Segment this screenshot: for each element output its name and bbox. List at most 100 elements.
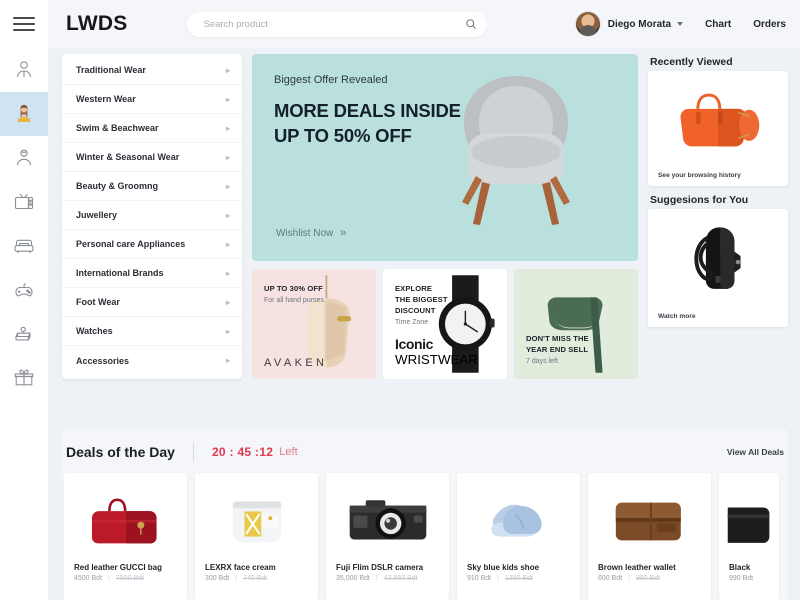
category-item-beauty-grooming[interactable]: Beauty & Groomng ▸ — [62, 172, 242, 201]
suggestions-link[interactable]: Watch more — [658, 313, 696, 320]
promo-card-watches[interactable]: EXPLORE THE BIGGEST DISCOUNT Time Zone I… — [383, 269, 507, 379]
books-icon — [15, 326, 31, 341]
chevron-right-icon: ▸ — [225, 326, 230, 336]
man-icon — [16, 61, 32, 78]
nav-link-chart[interactable]: Chart — [705, 19, 731, 30]
promo-subtext: For all hand purses — [264, 297, 324, 304]
view-all-deals-link[interactable]: View All Deals — [727, 447, 784, 457]
promo-headline-1: DON'T MISS THE — [526, 334, 589, 343]
kid-icon — [17, 149, 31, 166]
category-item-traditional-wear[interactable]: Traditional Wear ▸ — [62, 56, 242, 85]
rail-item-kid[interactable] — [0, 136, 48, 180]
chevron-right-icon: ▸ — [225, 181, 230, 191]
deals-divider — [192, 443, 194, 461]
red-handbag-icon — [91, 498, 157, 544]
product-old-price: 7500 Bdt — [115, 575, 144, 582]
product-image — [588, 473, 711, 561]
armchair-illustration — [462, 76, 570, 225]
category-label: Watches — [76, 326, 113, 336]
product-image — [326, 473, 449, 561]
product-card-dslr-camera[interactable]: Fuji Flim DSLR camera 35,000 Bdt | 43,95… — [326, 473, 449, 600]
product-name: Sky blue kids shoe — [467, 563, 540, 572]
chevron-down-icon[interactable] — [677, 22, 684, 26]
category-item-winter-seasonal-wear[interactable]: Winter & Seasonal Wear ▸ — [62, 143, 242, 172]
deals-section: Deals of the Day 20 : 45 :12 Left View A… — [62, 429, 788, 600]
product-card-face-cream[interactable]: LEXRX face cream 300 Bdt | 740 Bdt — [195, 473, 318, 600]
promo-headline: UP TO 30% OFF — [264, 284, 323, 293]
search-input[interactable] — [203, 18, 466, 30]
category-item-personal-care-appliances[interactable]: Personal care Appliances ▸ — [62, 230, 242, 259]
category-item-watches[interactable]: Watches ▸ — [62, 317, 242, 346]
product-old-price: 950 Bdt — [635, 575, 661, 582]
rail-item-books[interactable] — [0, 312, 48, 356]
promo-subtext: Time Zone — [395, 319, 429, 326]
chevron-right-icon: ▸ — [225, 356, 230, 365]
product-card-black-item[interactable]: Black 990 Bdt — [719, 473, 779, 600]
orange-handbag-icon — [680, 93, 760, 147]
hero-banner[interactable]: Biggest Offer Revealed MORE DEALS INSIDE… — [252, 54, 638, 261]
recently-viewed-link[interactable]: See your browsing history — [658, 172, 741, 179]
user-menu[interactable]: Diego Morata — [574, 11, 684, 37]
brand-iconic-name: Iconic — [395, 336, 434, 352]
product-old-price: 740 Bdt — [242, 575, 268, 582]
product-card-leather-wallet[interactable]: Brown leather wallet 600 Bdt | 950 Bdt — [588, 473, 711, 600]
rail-item-man[interactable] — [0, 48, 48, 92]
search-icon[interactable] — [465, 18, 477, 30]
deals-header: Deals of the Day 20 : 45 :12 Left View A… — [62, 439, 788, 465]
promo-text: UP TO 30% OFF For all hand purses — [264, 283, 324, 304]
category-item-foot-wear[interactable]: Foot Wear ▸ — [62, 288, 242, 317]
center-column: Biggest Offer Revealed MORE DEALS INSIDE… — [252, 54, 638, 419]
nav-link-orders[interactable]: Orders — [753, 19, 786, 30]
category-label: Winter & Seasonal Wear — [76, 152, 180, 162]
promo-subtext: 7 days left — [526, 358, 558, 365]
product-card-gucci-bag[interactable]: Red leather GUCCI bag 4500 Bdt | 7500 Bd… — [64, 473, 187, 600]
product-price: 300 Bdt — [205, 575, 230, 582]
product-price: 35,000 Bdt — [336, 575, 370, 582]
category-item-juwellery[interactable]: Juwellery ▸ — [62, 201, 242, 230]
product-image — [457, 473, 580, 561]
category-item-international-brands[interactable]: International Brands ▸ — [62, 259, 242, 288]
product-image — [195, 473, 318, 561]
price-separator: | — [497, 575, 499, 582]
recently-viewed-title: Recently Viewed — [650, 56, 733, 68]
promo-card-purses[interactable]: UP TO 30% OFF For all hand purses AVAKEN — [252, 269, 376, 379]
suggestions-title: Suggesions for You — [650, 194, 749, 206]
black-item-icon — [727, 507, 770, 543]
category-list: Traditional Wear ▸ Western Wear ▸ Swim &… — [62, 54, 242, 379]
product-name: Red leather GUCCI bag — [74, 563, 163, 572]
promo-headline-1: EXPLORE — [395, 284, 432, 293]
product-card-kids-shoe[interactable]: Sky blue kids shoe 910 Bdt | 1390 Bdt — [457, 473, 580, 600]
promo-card-year-end[interactable]: DON'T MISS THE YEAR END SELL 7 days left — [514, 269, 638, 379]
rail-item-gamepad[interactable] — [0, 268, 48, 312]
rail-item-tv[interactable] — [0, 180, 48, 224]
category-item-accessories[interactable]: Accessories ▸ — [62, 346, 242, 375]
gamepad-icon — [15, 283, 33, 297]
product-old-price: 43,950 Bdt — [383, 575, 418, 582]
product-price-row: 35,000 Bdt | 43,950 Bdt — [336, 575, 449, 582]
search-bar[interactable] — [187, 11, 488, 37]
deals-timer-suffix: Left — [279, 446, 298, 458]
category-item-western-wear[interactable]: Western Wear ▸ — [62, 85, 242, 114]
avatar — [574, 11, 601, 37]
rail-item-sofa[interactable] — [0, 224, 48, 268]
hamburger-menu-icon[interactable] — [0, 0, 48, 48]
product-row: Red leather GUCCI bag 4500 Bdt | 7500 Bd… — [62, 473, 788, 600]
rail-item-woman[interactable] — [0, 92, 48, 136]
promo-brand-iconic: Iconic WRISTWEAR — [395, 337, 478, 369]
recently-viewed-card[interactable]: See your browsing history — [648, 71, 788, 186]
rail-item-gift[interactable] — [0, 356, 48, 400]
dslr-camera-icon — [349, 500, 426, 540]
suggestions-card[interactable]: Watch more — [648, 209, 788, 327]
black-backpack-icon — [694, 227, 741, 289]
category-item-swim-beachwear[interactable]: Swim & Beachwear ▸ — [62, 114, 242, 143]
product-name: LEXRX face cream — [205, 563, 276, 572]
deals-countdown-timer: 20 : 45 :12 — [211, 445, 274, 459]
chevron-right-icon: ▸ — [225, 297, 230, 307]
tv-icon — [14, 193, 34, 210]
category-label: International Brands — [76, 268, 164, 278]
hero-cta-wishlist[interactable]: Wishlist Now » — [276, 227, 346, 239]
promo-cards: UP TO 30% OFF For all hand purses AVAKEN — [252, 269, 638, 379]
category-label: Western Wear — [76, 94, 136, 104]
icon-rail — [0, 0, 48, 600]
chevron-right-icon: ▸ — [225, 94, 230, 104]
